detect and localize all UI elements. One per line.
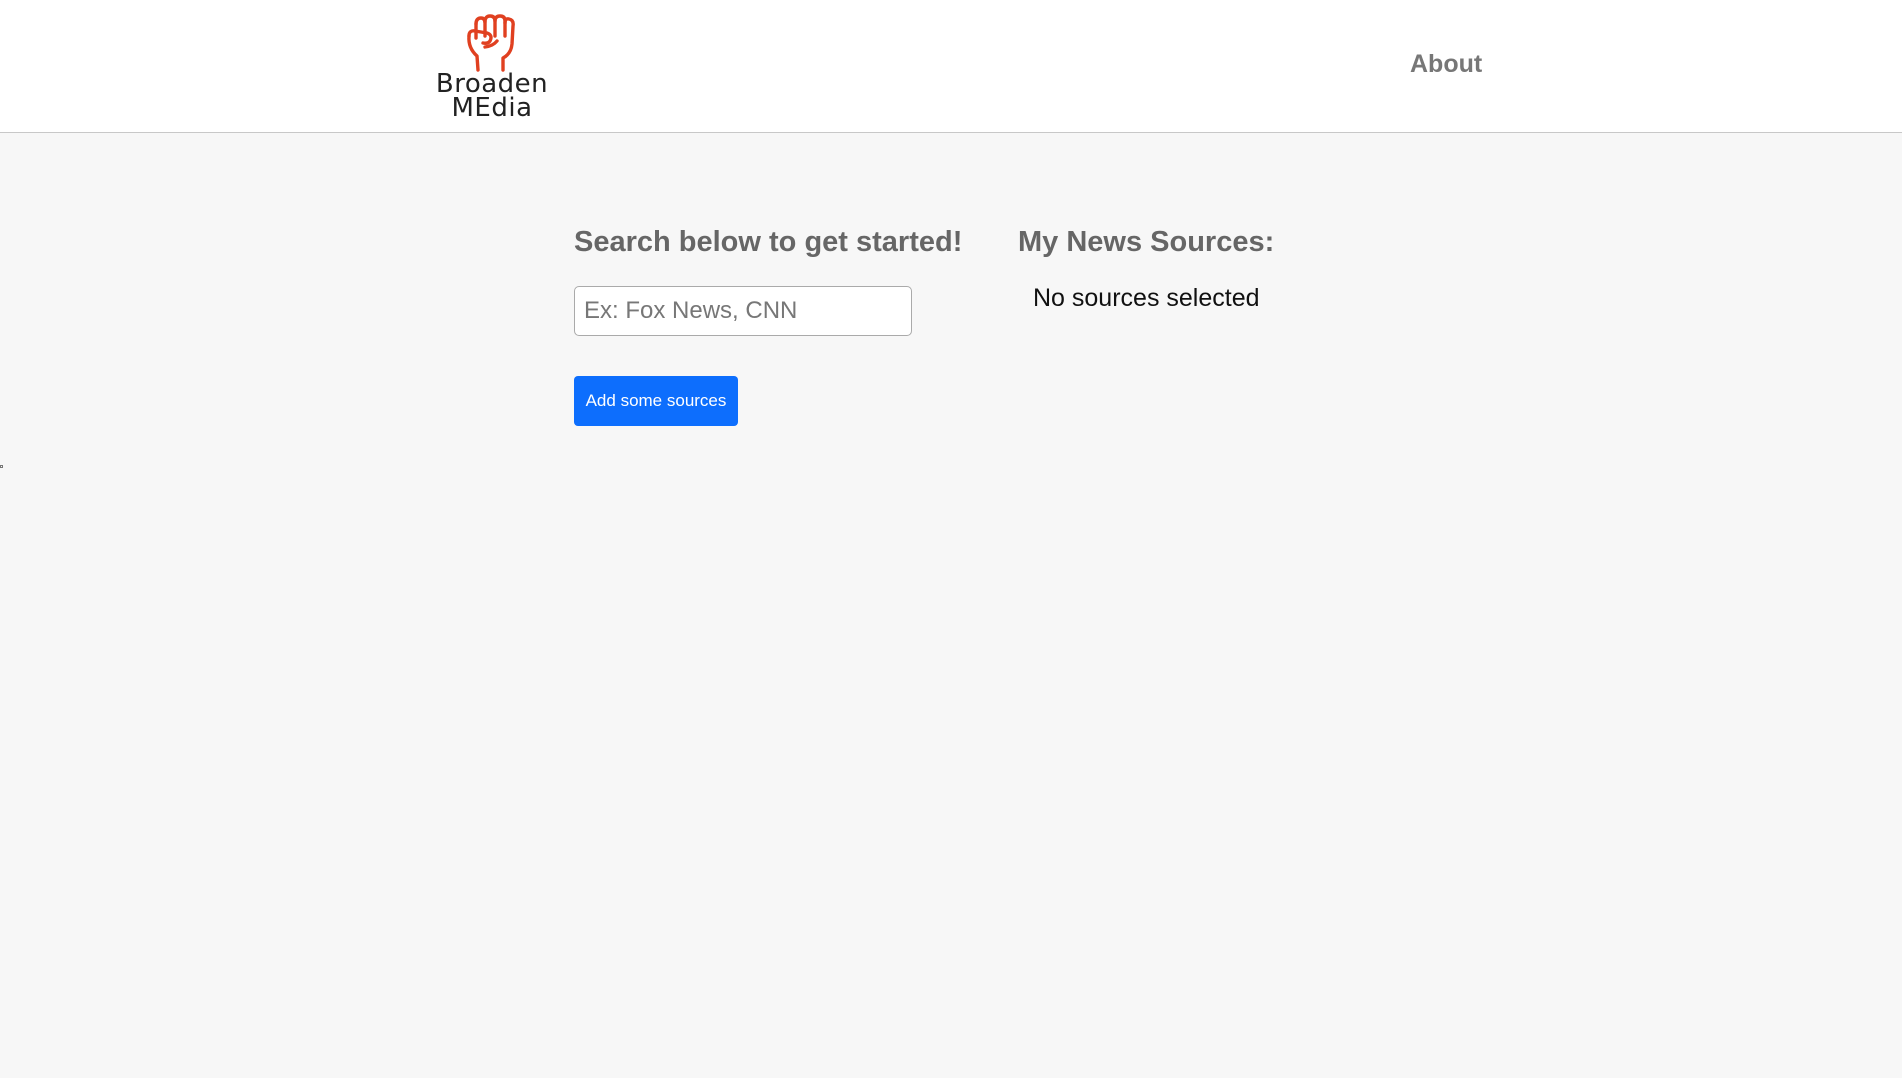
brand-logo[interactable]: Broaden MEdia (433, 14, 551, 124)
brand-wordmark-line2: MEdia (451, 93, 533, 123)
add-sources-button[interactable]: Add some sources (574, 376, 738, 426)
search-heading: Search below to get started! (574, 226, 963, 258)
my-sources-heading: My News Sources: (1018, 226, 1275, 258)
site-header: Broaden MEdia About (0, 0, 1902, 133)
edge-marker (0, 465, 3, 468)
search-panel: Search below to get started! Add some so… (574, 222, 974, 426)
source-search-input[interactable] (574, 286, 912, 336)
brand-wordmark: Broaden MEdia (433, 71, 551, 123)
raised-fist-icon (467, 14, 515, 72)
no-sources-message: No sources selected (1033, 284, 1260, 312)
nav-about-link[interactable]: About (1410, 50, 1482, 79)
my-sources-panel: My News Sources: No sources selected (1018, 222, 1298, 312)
